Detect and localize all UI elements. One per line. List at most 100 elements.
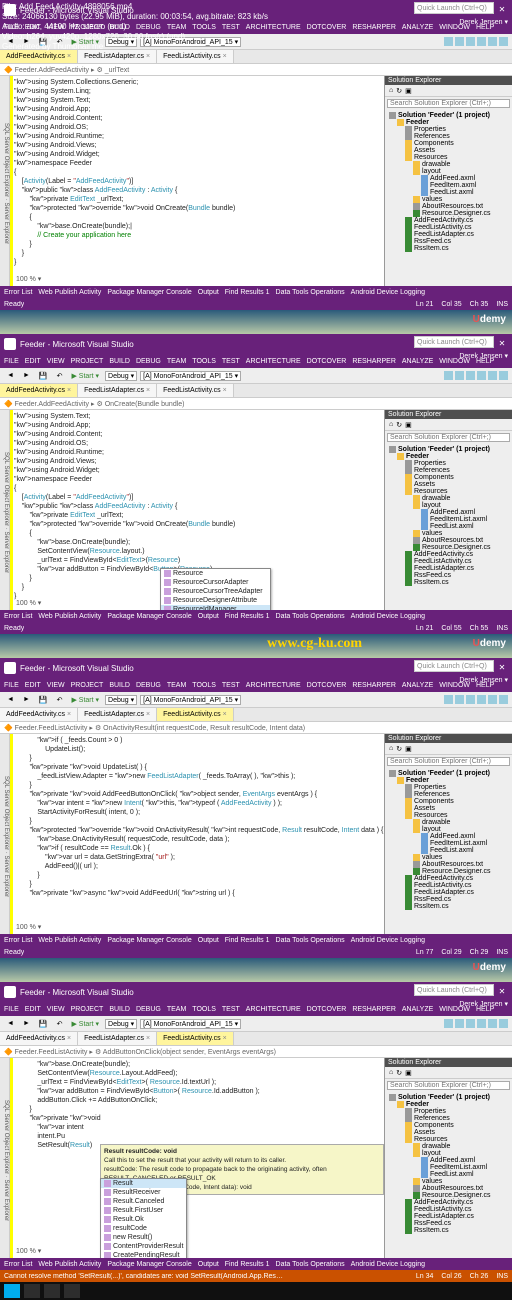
tree-node-axml[interactable]: AddFeed.axml — [387, 1157, 510, 1164]
tree-node-values[interactable]: values — [387, 854, 510, 861]
intellisense-item[interactable]: ResourceDesignerAttribute — [161, 596, 270, 605]
tree-node-res[interactable]: Resources — [387, 154, 510, 161]
zoom-level[interactable]: 100 % ▾ — [14, 1247, 43, 1256]
solution-tree[interactable]: Solution 'Feeder' (1 project)FeederPrope… — [385, 444, 512, 588]
editor-tabs[interactable]: AddFeedActivity.cs×FeedListAdapter.cs×Fe… — [0, 1032, 512, 1046]
tree-node-fla[interactable]: FeedListActivity.cs — [387, 558, 510, 565]
close-icon[interactable]: × — [67, 711, 71, 718]
bottom-tab-web-publish-activity[interactable]: Web Publish Activity — [38, 289, 101, 296]
nav-breadcrumb[interactable]: 🔶 Feeder.FeedListActivity ▸ ⚙ AddButtonO… — [0, 1046, 512, 1058]
menu-file[interactable]: FILE — [4, 358, 19, 365]
tree-node-comp[interactable]: Components — [387, 474, 510, 481]
crumb-type[interactable]: 🔶 Feeder.AddFeedActivity — [4, 66, 89, 74]
tree-node-draw[interactable]: drawable — [387, 819, 510, 826]
menu-analyze[interactable]: ANALYZE — [402, 24, 433, 31]
tree-node-props[interactable]: Properties — [387, 126, 510, 133]
nav-fwd[interactable]: ► — [20, 372, 33, 379]
tree-node-comp[interactable]: Components — [387, 798, 510, 805]
tree-node-res[interactable]: Resources — [387, 812, 510, 819]
tree-node-layout[interactable]: layout — [387, 168, 510, 175]
menu-edit[interactable]: EDIT — [25, 1006, 41, 1013]
toolbar[interactable]: ◄ ► 💾 ↶ ▶ Start ▾ Debug ▾ [A] MonoForAnd… — [0, 1016, 512, 1032]
tree-node-sol[interactable]: Solution 'Feeder' (1 project) — [387, 770, 510, 777]
explorer-toolbar[interactable]: ⌂↻▣ — [385, 419, 512, 431]
bottom-tab-package-manager-console[interactable]: Package Manager Console — [107, 937, 191, 944]
close-icon[interactable]: × — [67, 53, 71, 60]
nav-breadcrumb[interactable]: 🔶 Feeder.AddFeedActivity ▸ ⚙ _urlText — [0, 64, 512, 76]
quick-launch[interactable]: Quick Launch (Ctrl+Q) — [414, 660, 494, 672]
nav-fwd[interactable]: ► — [20, 696, 33, 703]
menu-architecture[interactable]: ARCHITECTURE — [246, 358, 301, 365]
menu-view[interactable]: VIEW — [47, 1006, 65, 1013]
tree-node-resd[interactable]: Resource.Designer.cs — [387, 544, 510, 551]
tool-icon[interactable] — [444, 1019, 453, 1028]
solution-tree[interactable]: Solution 'Feeder' (1 project)FeederPrope… — [385, 110, 512, 254]
nav-fwd[interactable]: ► — [20, 1020, 33, 1027]
tree-node-draw[interactable]: drawable — [387, 161, 510, 168]
tree-node-refs[interactable]: References — [387, 1115, 510, 1122]
tool-icon[interactable] — [444, 695, 453, 704]
tree-node-values[interactable]: values — [387, 530, 510, 537]
menu-tools[interactable]: TOOLS — [192, 1006, 216, 1013]
tree-node-values[interactable]: values — [387, 196, 510, 203]
tool-icon[interactable] — [477, 695, 486, 704]
menu-dotcover[interactable]: DOTCOVER — [307, 1006, 347, 1013]
menu-view[interactable]: VIEW — [47, 682, 65, 689]
tree-node-layout[interactable]: layout — [387, 502, 510, 509]
code-editor[interactable]: "kw">if ( _feeds.Count > 0 ) UpdateList(… — [10, 734, 384, 934]
save-icon[interactable]: 💾 — [36, 696, 51, 704]
task-vs[interactable] — [64, 1284, 80, 1298]
save-icon[interactable]: 💾 — [36, 1020, 51, 1028]
tree-node-layout[interactable]: layout — [387, 826, 510, 833]
tree-node-add[interactable]: AddFeedActivity.cs — [387, 1199, 510, 1206]
menu-edit[interactable]: EDIT — [25, 682, 41, 689]
solution-explorer[interactable]: Solution Explorer ⌂↻▣ Solution 'Feeder' … — [384, 734, 512, 934]
tool-icon[interactable] — [455, 371, 464, 380]
bottom-tab-package-manager-console[interactable]: Package Manager Console — [107, 289, 191, 296]
bottom-tab-find-results-1[interactable]: Find Results 1 — [225, 937, 270, 944]
home-icon[interactable]: ⌂ — [389, 87, 393, 94]
device-dropdown[interactable]: [A] MonoForAndroid_API_15 ▾ — [140, 371, 241, 381]
bottom-tab-android-device-logging[interactable]: Android Device Logging — [351, 937, 425, 944]
menu-dotcover[interactable]: DOTCOVER — [307, 358, 347, 365]
bottom-tab-package-manager-console[interactable]: Package Manager Console — [107, 613, 191, 620]
quick-launch[interactable]: Quick Launch (Ctrl+Q) — [414, 336, 494, 348]
explorer-search[interactable] — [387, 1081, 510, 1090]
code-editor[interactable]: "kw">using System.Text;"kw">using Androi… — [10, 410, 384, 610]
menu-project[interactable]: PROJECT — [71, 1006, 104, 1013]
tool-icon[interactable] — [488, 1019, 497, 1028]
bottom-tab-output[interactable]: Output — [198, 937, 219, 944]
intellisense-item[interactable]: ResourceIdManager — [161, 605, 270, 610]
tree-node-assets[interactable]: Assets — [387, 481, 510, 488]
menu-resharper[interactable]: RESHARPER — [352, 24, 396, 31]
config-dropdown[interactable]: Debug ▾ — [105, 371, 137, 381]
bottom-tab-web-publish-activity[interactable]: Web Publish Activity — [38, 613, 101, 620]
menu-analyze[interactable]: ANALYZE — [402, 358, 433, 365]
menu-resharper[interactable]: RESHARPER — [352, 682, 396, 689]
refresh-icon[interactable]: ↻ — [396, 421, 402, 429]
tree-node-rssf[interactable]: RssFeed.cs — [387, 572, 510, 579]
menu-build[interactable]: BUILD — [109, 1006, 130, 1013]
tree-node-refs[interactable]: References — [387, 791, 510, 798]
bottom-tab-data-tools-operations[interactable]: Data Tools Operations — [276, 613, 345, 620]
tool-icon[interactable] — [488, 695, 497, 704]
bottom-tab-output[interactable]: Output — [198, 289, 219, 296]
editor-tabs[interactable]: AddFeedActivity.cs×FeedListAdapter.cs×Fe… — [0, 708, 512, 722]
tree-node-res[interactable]: Resources — [387, 488, 510, 495]
side-toolwindow-tabs[interactable]: SQL Server Object Explorer · Server Expl… — [0, 410, 10, 610]
editor-tabs[interactable]: AddFeedActivity.cs×FeedListAdapter.cs×Fe… — [0, 384, 512, 398]
intellisense-item[interactable]: Result.FirstUser — [101, 1206, 186, 1215]
explorer-toolbar[interactable]: ⌂↻▣ — [385, 743, 512, 755]
crumb-member[interactable]: ⚙ _urlText — [97, 66, 130, 74]
solution-tree[interactable]: Solution 'Feeder' (1 project)FeederPrope… — [385, 768, 512, 912]
home-icon[interactable]: ⌂ — [389, 745, 393, 752]
menu-team[interactable]: TEAM — [167, 682, 186, 689]
tree-node-about[interactable]: AboutResources.txt — [387, 537, 510, 544]
tree-node-refs[interactable]: References — [387, 467, 510, 474]
code-editor[interactable]: "kw">base.OnCreate(bundle); SetContentVi… — [10, 1058, 384, 1258]
crumb-member[interactable]: ⚙ OnCreate(Bundle bundle) — [97, 400, 185, 408]
side-toolwindow-tabs[interactable]: SQL Server Object Explorer · Server Expl… — [0, 734, 10, 934]
collapse-icon[interactable]: ▣ — [405, 1069, 412, 1077]
tree-node-axml[interactable]: FeedList.axml — [387, 1171, 510, 1178]
tool-icon[interactable] — [499, 1019, 508, 1028]
